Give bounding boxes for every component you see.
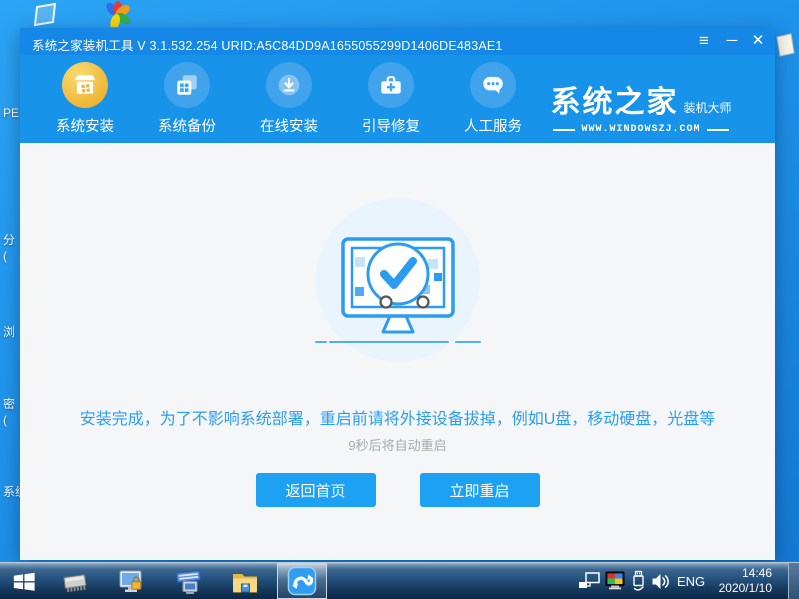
computer-keyboard-icon[interactable] [175,568,203,596]
repair-toolbox-icon [368,62,414,108]
monitor-lock-icon[interactable] [117,568,145,596]
zhuangji-app-taskbar-button[interactable] [277,563,327,599]
start-icon[interactable] [12,570,36,594]
flower-logo-icon[interactable] [103,1,131,27]
nav-label: 系统安装 [56,119,114,135]
nav-label: 在线安装 [260,119,318,135]
clock-time: 14:46 [741,566,772,580]
show-desktop-button[interactable] [788,563,799,599]
download-circle-icon [266,62,312,108]
nav-item-online-install[interactable]: 在线安装 [239,62,339,136]
memory-chip-icon[interactable] [61,569,89,595]
installer-window: 系统之家装机工具 V 3.1.532.254 URID:A5C84DD9A165… [20,28,775,560]
backup-copies-icon [164,62,210,108]
brand-tagline: 装机大师 [683,101,732,115]
nav-label: 人工服务 [464,119,522,135]
title-bar[interactable]: 系统之家装机工具 V 3.1.532.254 URID:A5C84DD9A165… [20,28,775,55]
button-row: 返回首页 立即重启 [20,473,775,507]
nav-item-system-backup[interactable]: 系统备份 [137,62,237,136]
taskbar: ENG 14:46 2020/1/10 [0,562,799,599]
install-box-icon [62,62,108,108]
window-title: 系统之家装机工具 V 3.1.532.254 URID:A5C84DD9A165… [32,39,503,53]
minimize-icon[interactable]: ─ [719,28,745,55]
desktop-label: 分 [3,233,16,247]
desktop-label: PE [3,106,20,120]
nav-item-boot-repair[interactable]: 引导修复 [341,62,441,136]
install-complete-panel: 安装完成，为了不影响系统部署，重启前请将外接设备拔掉，例如U盘，移动硬盘，光盘等… [20,143,775,560]
zhuangji-app-icon [287,566,317,596]
return-home-button[interactable]: 返回首页 [255,473,376,507]
close-icon[interactable]: ✕ [745,28,771,55]
language-indicator[interactable]: ENG [677,574,705,589]
brand-name: 系统之家 [550,86,679,119]
brand-url: WWW.WINDOWSZJ.COM [531,124,751,135]
nav-bar: 系统安装 系统备份 在线安装 引导修复 人工服务 系统之家 装机大师 WWW.W… [20,55,775,143]
desktop: PE 分 ( 浏 密 ( 系统 系统之家装机工具 V 3.1.532.254 U… [0,0,799,599]
network-icon[interactable] [578,572,601,591]
completion-message: 安装完成，为了不影响系统部署，重启前请将外接设备拔掉，例如U盘，移动硬盘，光盘等 [79,411,716,428]
document-icon[interactable] [776,33,799,59]
nav-item-system-install[interactable]: 系统安装 [35,62,135,136]
desktop-label: ( [3,413,7,427]
restart-now-button[interactable]: 立即重启 [419,473,540,507]
speaker-icon[interactable] [651,573,670,590]
nav-item-manual-service[interactable]: 人工服务 [443,62,543,136]
restart-countdown: 9秒后将自动重启 [348,438,447,453]
folder-icon[interactable] [231,569,259,595]
clock-date: 2020/1/10 [718,581,772,595]
desktop-label: 浏 [3,325,16,339]
monitor-checkmark-illustration [314,198,481,362]
monitor-icon[interactable] [33,2,57,28]
desktop-label: ( [3,249,7,263]
usb-icon[interactable] [631,570,646,592]
menu-icon[interactable]: ≡ [691,28,717,55]
desktop-label: 密 [3,397,16,411]
nav-label: 系统备份 [158,119,216,135]
display-color-icon[interactable] [605,571,625,591]
brand-logo: 系统之家 装机大师 WWW.WINDOWSZJ.COM [531,86,751,136]
chat-service-icon [470,62,516,108]
nav-label: 引导修复 [362,119,420,135]
taskbar-clock[interactable]: 14:46 2020/1/10 [710,566,772,596]
